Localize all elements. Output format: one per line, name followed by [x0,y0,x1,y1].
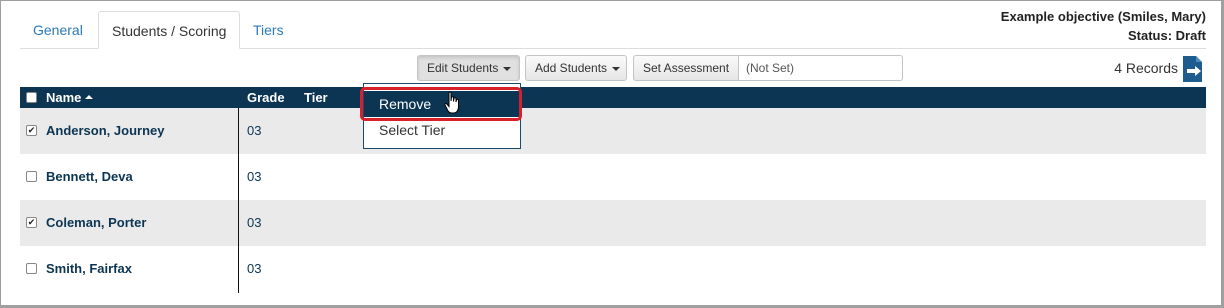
table-row: Smith, Fairfax 03 [20,246,1206,292]
caret-down-icon [503,66,512,71]
table-row: Coleman, Porter 03 [20,200,1206,246]
row-checkbox[interactable] [26,171,37,182]
column-header-grade[interactable]: Grade [247,90,285,105]
student-grade: 03 [247,169,262,184]
table-row: Anderson, Journey 03 [20,108,1206,154]
objective-title: Example objective (Smiles, Mary) [1000,9,1206,24]
row-checkbox[interactable] [26,217,37,228]
add-students-button[interactable]: Add Students [525,55,627,81]
student-name[interactable]: Anderson, Journey [46,123,164,138]
edit-students-button[interactable]: Edit Students [417,55,520,81]
student-grade: 03 [247,261,262,276]
add-students-label: Add Students [535,61,608,75]
hand-pointer-icon [444,91,459,114]
column-header-name[interactable]: Name [46,90,94,105]
column-header-tier[interactable]: Tier [304,90,328,105]
tab-students-scoring[interactable]: Students / Scoring [98,11,241,49]
column-divider [238,108,239,293]
set-assessment-button[interactable]: Set Assessment [633,55,739,81]
select-all-checkbox[interactable] [26,92,37,103]
export-icon[interactable] [1181,55,1205,83]
student-name[interactable]: Bennett, Deva [46,169,133,184]
edit-students-label: Edit Students [427,61,499,75]
tab-tiers[interactable]: Tiers [240,11,297,49]
objective-header: Example objective (Smiles, Mary) Status:… [1001,7,1206,45]
student-grade: 03 [247,123,262,138]
table-header: Name Grade Tier [20,87,1206,108]
row-checkbox[interactable] [26,263,37,274]
student-name[interactable]: Smith, Fairfax [46,261,132,276]
records-count: 4 Records [1114,60,1178,76]
table-row: Bennett, Deva 03 [20,154,1206,200]
student-grade: 03 [247,215,262,230]
student-name[interactable]: Coleman, Porter [46,215,146,230]
tab-general[interactable]: General [20,11,96,49]
status-label: Status: Draft [1127,28,1206,43]
highlight-annotation [360,87,522,121]
row-checkbox[interactable] [26,125,37,136]
name-header-label: Name [46,90,82,105]
sort-ascending-icon [85,95,94,100]
caret-down-icon [612,66,621,71]
assessment-field[interactable]: (Not Set) [739,55,903,81]
